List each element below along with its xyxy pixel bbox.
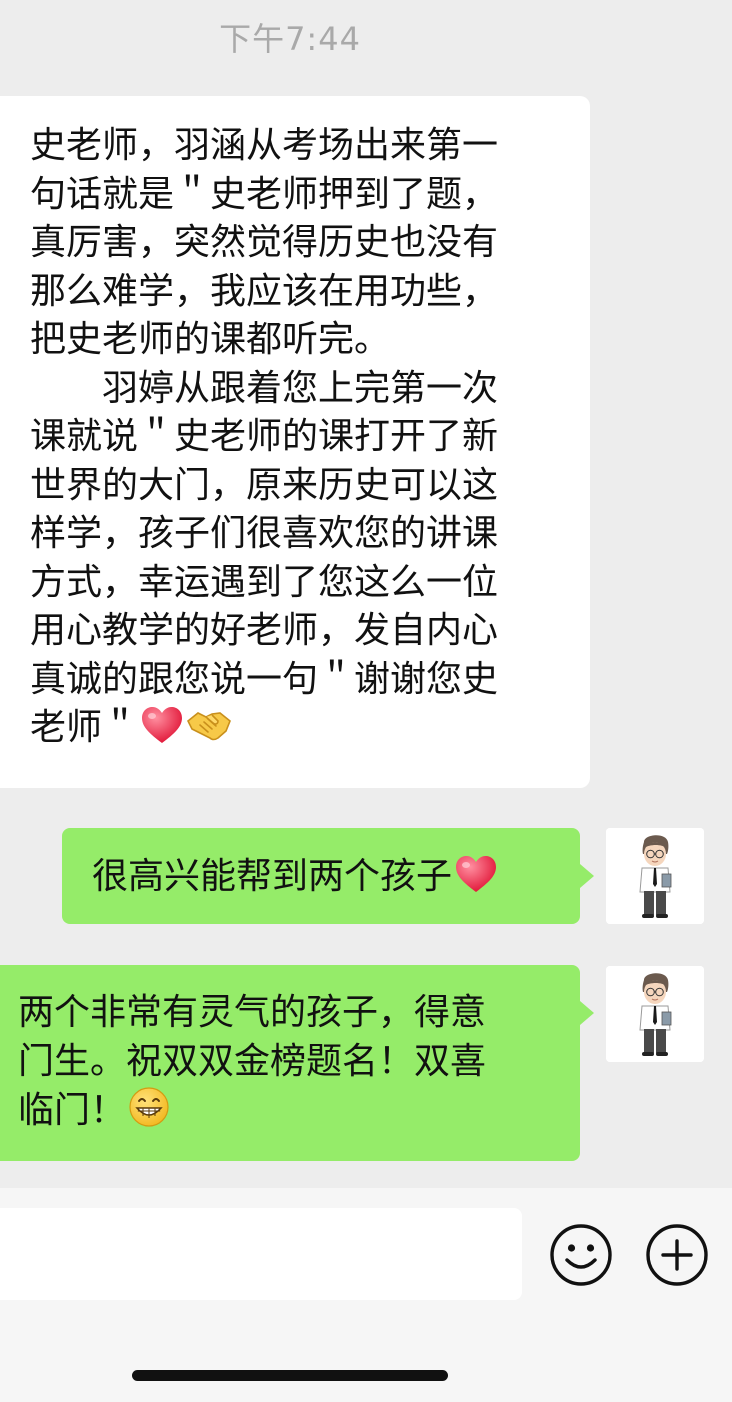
user-avatar[interactable]	[606, 828, 704, 924]
heart-emoji-icon	[454, 854, 498, 898]
message-text: 很高兴能帮到两个孩子	[92, 856, 453, 897]
smile-icon[interactable]	[548, 1222, 614, 1288]
message-text: 史老师，羽涵从考场出来第一 句话就是＂史老师押到了题， 真厉害，突然觉得历史也没…	[30, 125, 499, 748]
message-text: 两个非常有灵气的孩子，得意 门生。祝双双金榜题名！双喜 临门！	[18, 992, 487, 1131]
grin-emoji-icon	[128, 1086, 170, 1132]
handshake-emoji-icon	[186, 705, 232, 749]
plus-circle-icon[interactable]	[644, 1222, 710, 1288]
message-bubble-outgoing[interactable]: 很高兴能帮到两个孩子	[62, 828, 594, 924]
message-bubble-outgoing[interactable]: 两个非常有灵气的孩子，得意 门生。祝双双金榜题名！双喜 临门！	[0, 965, 594, 1161]
user-avatar[interactable]	[606, 966, 704, 1062]
message-bubble-incoming[interactable]: 史老师，羽涵从考场出来第一 句话就是＂史老师押到了题， 真厉害，突然觉得历史也没…	[0, 96, 590, 788]
message-input[interactable]	[0, 1208, 522, 1300]
heart-emoji-icon	[140, 705, 184, 749]
timestamp: 下午7:44	[219, 20, 361, 58]
home-indicator[interactable]	[132, 1370, 448, 1381]
